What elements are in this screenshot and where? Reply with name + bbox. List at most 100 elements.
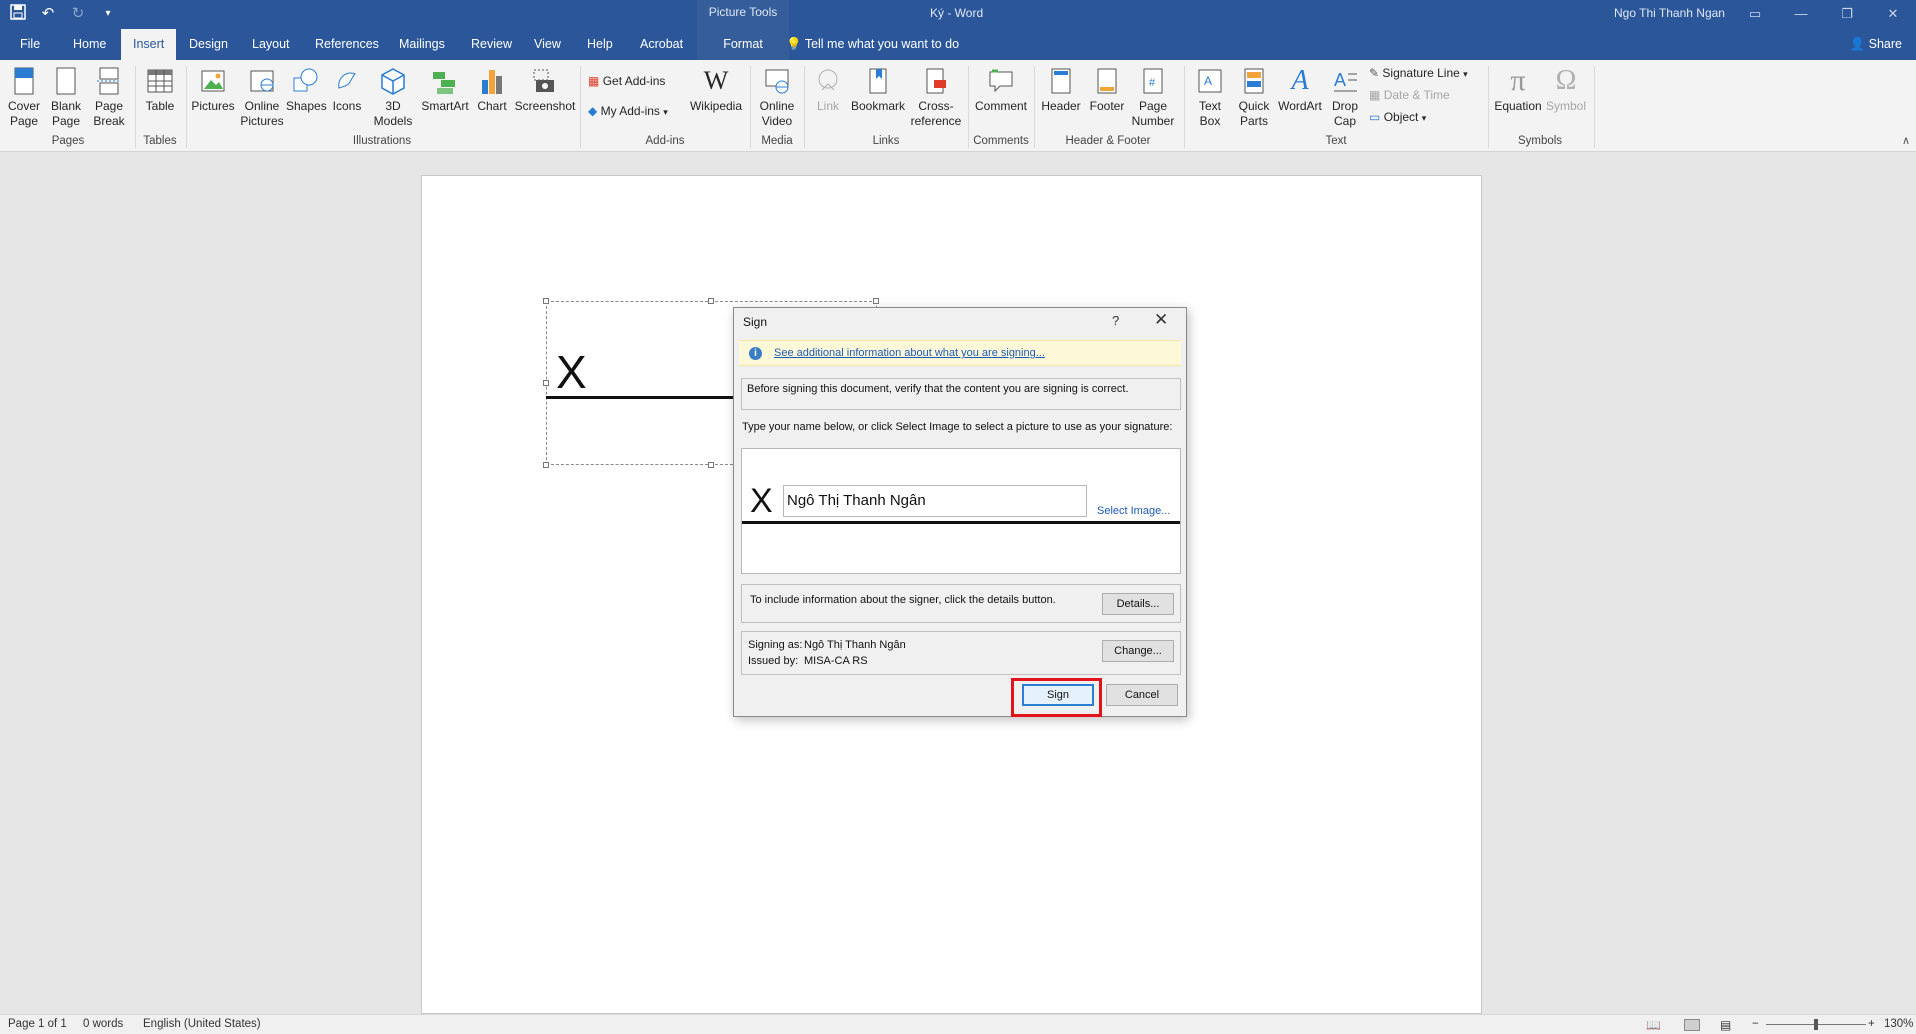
resize-handle[interactable] [708,298,714,304]
blank-page-icon [56,67,76,95]
drop-cap-button[interactable]: A Drop Cap [1324,64,1366,129]
header-button[interactable]: Header [1038,64,1084,114]
shapes-button[interactable]: Shapes [286,64,327,114]
picture-tools-header: Picture Tools [697,0,789,29]
tab-view[interactable]: View [522,29,573,60]
resize-handle[interactable] [873,298,879,304]
share-button[interactable]: 👤 Share [1850,29,1902,60]
wordart-button[interactable]: A WordArt [1276,64,1324,114]
tab-references[interactable]: References [303,29,391,60]
signature-line-icon: ✎ [1369,66,1380,80]
save-icon[interactable] [8,4,28,24]
signature-name-input[interactable]: Ngô Thị Thanh Ngân [783,485,1087,517]
icons-button[interactable]: Icons [328,64,366,114]
page-break-button[interactable]: Page Break [90,64,128,129]
pictures-icon [201,70,225,92]
select-image-link[interactable]: Select Image... [1097,505,1170,517]
resize-handle[interactable] [708,462,714,468]
tab-home[interactable]: Home [61,29,118,60]
help-icon[interactable]: ? [1112,313,1119,328]
close-window-icon[interactable]: ✕ [1870,0,1916,29]
page-count[interactable]: Page 1 of 1 [8,1018,67,1030]
equation-button[interactable]: π Equation [1492,64,1544,114]
footer-button[interactable]: Footer [1084,64,1130,114]
signature-line-label: Signature Line [1382,66,1460,80]
resize-handle[interactable] [543,298,549,304]
collapse-ribbon-icon[interactable]: ∧ [1902,134,1910,147]
customize-qat-icon[interactable]: ▾ [98,4,118,24]
page-number-button[interactable]: # Page Number [1130,64,1176,129]
tab-acrobat[interactable]: Acrobat [628,29,695,60]
print-layout-icon[interactable] [1684,1019,1700,1031]
bookmark-button[interactable]: Bookmark [850,64,906,114]
table-button[interactable]: Table [140,64,180,114]
lightbulb-icon: 💡 [786,37,802,51]
pictures-label: Pictures [191,99,235,113]
date-time-button[interactable]: ▦ Date & Time [1369,84,1450,106]
resize-handle[interactable] [543,380,549,386]
tell-me-label: Tell me what you want to do [804,37,960,51]
blank-page-button[interactable]: Blank Page [48,64,84,129]
details-button[interactable]: Details... [1102,593,1174,615]
resize-handle[interactable] [543,462,549,468]
issued-by-value: MISA-CA RS [804,655,868,667]
quick-parts-icon [1244,68,1264,94]
tab-mailings[interactable]: Mailings [387,29,457,60]
restore-icon[interactable]: ❐ [1824,0,1870,29]
ribbon-display-icon[interactable]: ▭ [1732,0,1778,29]
signing-as-value: Ngô Thị Thanh Ngân [804,639,906,651]
header-label: Header [1041,99,1081,113]
tab-format[interactable]: Format [697,29,789,60]
shapes-label: Shapes [286,99,327,113]
screenshot-label: Screenshot [514,99,576,113]
quick-parts-button[interactable]: Quick Parts [1232,64,1276,129]
zoom-out-icon[interactable]: − [1752,1018,1759,1030]
minimize-icon[interactable]: — [1778,0,1824,29]
symbol-button[interactable]: Ω Symbol [1544,64,1588,114]
link-label: Link [816,99,839,113]
issued-by-label: Issued by: [748,655,799,667]
tab-help[interactable]: Help [575,29,625,60]
ribbon-insert: Cover Page Blank Page Page Break Pages T… [0,60,1916,152]
tab-review[interactable]: Review [459,29,524,60]
online-pictures-button[interactable]: Online Pictures [240,64,284,129]
tab-design[interactable]: Design [177,29,240,60]
cross-reference-button[interactable]: Cross- reference [908,64,964,129]
user-name[interactable]: Ngo Thi Thanh Ngan [1614,6,1725,20]
tab-insert[interactable]: Insert [121,29,177,60]
link-button[interactable]: Link [808,64,848,114]
pictures-button[interactable]: Pictures [190,64,236,114]
signature-line-button[interactable]: ✎ Signature Line ▾ [1369,62,1468,84]
wikipedia-button[interactable]: W Wikipedia [688,64,744,114]
tell-me-search[interactable]: 💡 Tell me what you want to do [786,29,959,60]
footer-label: Footer [1089,99,1125,113]
tab-layout[interactable]: Layout [240,29,302,60]
smartart-button[interactable]: SmartArt [420,64,470,114]
word-count[interactable]: 0 words [83,1018,123,1030]
details-notice: To include information about the signer,… [750,594,1056,606]
zoom-in-icon[interactable]: + [1868,1018,1875,1030]
read-mode-icon[interactable]: 📖 [1646,1018,1661,1032]
zoom-level[interactable]: 130% [1884,1018,1913,1030]
3d-models-button[interactable]: 3D Models [370,64,416,129]
my-addins-button[interactable]: ◆ My Add-ins ▾ [588,100,668,122]
zoom-slider-thumb[interactable] [1814,1019,1818,1030]
redo-icon[interactable]: ↻ [68,4,88,24]
close-icon[interactable]: ✕ [1154,310,1168,330]
additional-info-link[interactable]: See additional information about what yo… [774,347,1045,359]
footer-icon [1097,68,1117,94]
cover-page-button[interactable]: Cover Page [6,64,42,129]
web-layout-icon[interactable]: ▤ [1720,1018,1731,1032]
online-video-button[interactable]: Online Video [754,64,800,129]
cancel-button[interactable]: Cancel [1106,684,1178,706]
text-box-button[interactable]: A Text Box [1188,64,1232,129]
comment-button[interactable]: Comment [972,64,1030,114]
screenshot-button[interactable]: Screenshot [514,64,576,114]
tab-file[interactable]: File [8,29,52,60]
object-button[interactable]: ▭ Object ▾ [1369,106,1426,128]
change-button[interactable]: Change... [1102,640,1174,662]
undo-icon[interactable]: ↶ [38,4,58,24]
get-addins-button[interactable]: ▦ Get Add-ins [588,70,665,92]
language-indicator[interactable]: English (United States) [143,1018,261,1030]
chart-button[interactable]: Chart [472,64,512,114]
